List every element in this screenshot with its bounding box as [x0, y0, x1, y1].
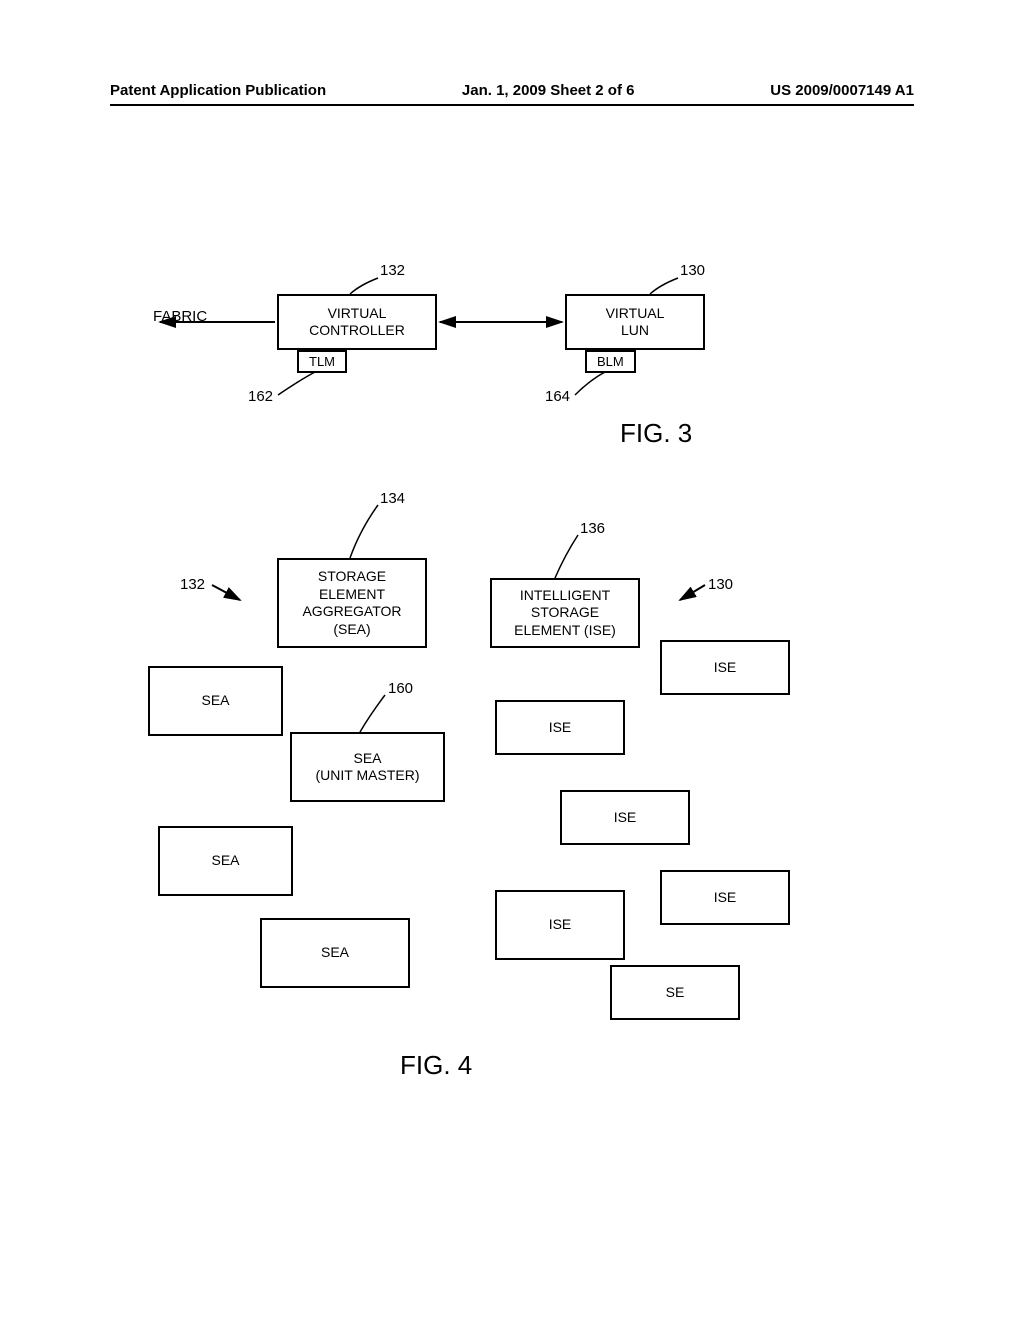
- ref-164: 164: [545, 388, 570, 405]
- virtual-controller-text: VIRTUAL CONTROLLER: [309, 305, 405, 340]
- tlm-box: TLM: [297, 350, 347, 373]
- ise-main-text: INTELLIGENT STORAGE ELEMENT (ISE): [514, 587, 616, 640]
- sea-text-3: SEA: [321, 944, 349, 962]
- se-box: SE: [610, 965, 740, 1020]
- ise-main-box: INTELLIGENT STORAGE ELEMENT (ISE): [490, 578, 640, 648]
- blm-text: BLM: [597, 354, 624, 369]
- ise-text-3: ISE: [614, 809, 637, 827]
- se-text: SE: [666, 984, 685, 1002]
- diagram-area: FABRIC VIRTUAL CONTROLLER TLM VIRTUAL LU…: [0, 0, 1024, 1320]
- sea-box-2: SEA: [158, 826, 293, 896]
- sea-main-box: STORAGE ELEMENT AGGREGATOR (SEA): [277, 558, 427, 648]
- virtual-lun-box: VIRTUAL LUN: [565, 294, 705, 350]
- ref-160: 160: [388, 680, 413, 697]
- ref-132-fig4: 132: [180, 576, 205, 593]
- ise-box-3: ISE: [560, 790, 690, 845]
- fig3-caption: FIG. 3: [620, 418, 692, 449]
- fabric-label: FABRIC: [153, 308, 207, 325]
- sea-box-1: SEA: [148, 666, 283, 736]
- ise-box-5: ISE: [495, 890, 625, 960]
- sea-main-text: STORAGE ELEMENT AGGREGATOR (SEA): [302, 568, 401, 638]
- ref-130-fig3: 130: [680, 262, 705, 279]
- ise-box-1: ISE: [660, 640, 790, 695]
- sea-box-3: SEA: [260, 918, 410, 988]
- sea-master-text: SEA (UNIT MASTER): [316, 750, 420, 785]
- ref-162: 162: [248, 388, 273, 405]
- tlm-text: TLM: [309, 354, 335, 369]
- ref-134: 134: [380, 490, 405, 507]
- ise-box-4: ISE: [660, 870, 790, 925]
- ref-136: 136: [580, 520, 605, 537]
- virtual-lun-text: VIRTUAL LUN: [606, 305, 665, 340]
- fig4-caption: FIG. 4: [400, 1050, 472, 1081]
- ref-132-fig3: 132: [380, 262, 405, 279]
- ise-text-5: ISE: [549, 916, 572, 934]
- sea-text-2: SEA: [211, 852, 239, 870]
- sea-text-1: SEA: [201, 692, 229, 710]
- diagram-connectors: [0, 0, 1024, 1320]
- virtual-controller-box: VIRTUAL CONTROLLER: [277, 294, 437, 350]
- ise-box-2: ISE: [495, 700, 625, 755]
- ref-130-fig4: 130: [708, 576, 733, 593]
- blm-box: BLM: [585, 350, 636, 373]
- ise-text-4: ISE: [714, 889, 737, 907]
- sea-master-box: SEA (UNIT MASTER): [290, 732, 445, 802]
- ise-text-2: ISE: [549, 719, 572, 737]
- ise-text-1: ISE: [714, 659, 737, 677]
